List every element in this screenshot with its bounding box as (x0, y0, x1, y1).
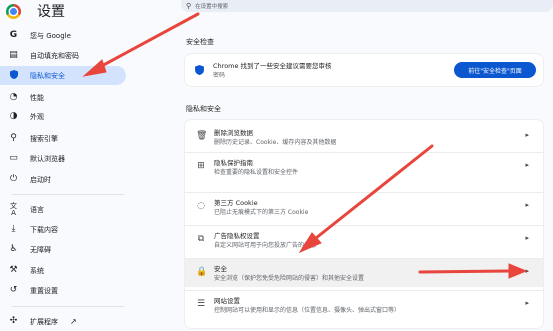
sidebar-item-downloads[interactable]: ⤓ 下载内容 (0, 220, 126, 239)
ad-privacy-icon: ⧉ (197, 234, 205, 244)
sidebar-item-label: 重置设置 (30, 286, 58, 295)
row-subtitle: 控制网站可以使用和显示的信息（位置信息、摄像头、弹出式窗口等） (214, 307, 401, 314)
page-title: 设置 (37, 4, 65, 20)
puzzle-icon: ✣ (9, 316, 18, 326)
browser-window-icon: ▭ (9, 153, 18, 163)
site-settings-icon: ☰ (196, 299, 206, 309)
row-divider (185, 225, 543, 226)
row-clear-browsing-data[interactable]: 🗑 删除浏览数据 删除历史记录、Cookie、缓存内容及其他数据 ▸ (185, 122, 543, 151)
sidebar-item-label: 下载内容 (30, 225, 58, 234)
sidebar-item-languages[interactable]: 文A 语言 (0, 200, 126, 219)
google-icon: G (9, 30, 18, 40)
speedometer-icon: ◔ (9, 92, 18, 102)
chevron-right-icon: ▸ (525, 161, 529, 169)
clipboard-icon: ▤ (9, 50, 18, 60)
accessibility-icon: ♿ (9, 244, 18, 254)
sidebar-item-label: 自动填充和密码 (30, 51, 79, 60)
sidebar-item-label: 启动时 (30, 175, 51, 184)
sidebar-item-label: 性能 (30, 93, 44, 102)
safety-check-heading: 安全检查 (186, 38, 214, 46)
privacy-security-card: 🗑 删除浏览数据 删除历史记录、Cookie、缓存内容及其他数据 ▸ ⊞ 隐私保… (185, 120, 543, 328)
safety-check-card: Chrome 找到了一些安全建议需要您审核 密码 前往"安全检查"页面 (185, 54, 543, 86)
row-title: 第三方 Cookie (214, 199, 258, 207)
row-divider (185, 192, 543, 193)
row-subtitle: 检查重要的隐私设置和安全控件 (214, 169, 299, 176)
row-security[interactable]: 🔒 安全 安全浏览（保护您免受危险网站的侵害）和其他安全设置 ▸ (185, 258, 543, 287)
search-icon: ⚲ (10, 133, 17, 143)
trash-icon: 🗑 (196, 131, 208, 141)
palette-icon: ◑ (9, 111, 18, 121)
sidebar-item-label: 您与 Google (30, 31, 71, 40)
row-divider (185, 290, 543, 291)
reset-icon: ↺ (9, 285, 18, 295)
row-subtitle: 安全浏览（保护您免受危险网站的侵害）和其他安全设置 (214, 275, 365, 282)
search-input[interactable]: ⚲ 在设置中搜索 (181, 0, 553, 12)
chevron-right-icon: ▸ (525, 299, 529, 307)
download-icon: ⤓ (11, 224, 16, 234)
sidebar-item-autofill[interactable]: ▤ 自动填充和密码 (0, 46, 126, 65)
sidebar-item-label: 默认浏览器 (30, 154, 65, 163)
lock-icon: 🔒 (196, 267, 208, 277)
sidebar-item-default-browser[interactable]: ▭ 默认浏览器 (0, 149, 126, 168)
sidebar-item-label: 系统 (30, 266, 44, 275)
row-subtitle: 删除历史记录、Cookie、缓存内容及其他数据 (214, 139, 337, 146)
safety-check-text-block: Chrome 找到了一些安全建议需要您审核 密码 (213, 61, 332, 81)
sidebar-divider (12, 306, 124, 307)
chrome-logo-icon (6, 3, 21, 19)
row-title: 安全 (214, 265, 227, 273)
power-icon: ⏻ (9, 174, 18, 184)
guide-icon: ⊞ (197, 161, 205, 171)
sidebar-item-appearance[interactable]: ◑ 外观 (0, 107, 126, 126)
sidebar-item-label: 扩展程序 (30, 317, 58, 326)
row-title: 广告隐私权设置 (214, 232, 260, 240)
sidebar-item-label: 无障碍 (30, 245, 51, 254)
sidebar-item-privacy-security[interactable]: 隐私和安全 (0, 66, 126, 85)
sidebar-item-extensions[interactable]: ✣ 扩展程序 ↗ (0, 312, 126, 331)
shield-icon (8, 69, 19, 82)
wrench-icon: ⚒ (9, 265, 18, 275)
row-title: 隐私保护指南 (214, 159, 253, 167)
row-third-party-cookies[interactable]: ◌ 第三方 Cookie 已阻止无痕模式下的第三方 Cookie ▸ (185, 192, 543, 221)
chevron-right-icon: ▸ (525, 234, 529, 242)
sidebar-item-label: 搜索引擎 (30, 134, 58, 143)
sidebar-item-performance[interactable]: ◔ 性能 (0, 88, 126, 107)
safety-check-text: Chrome 找到了一些安全建议需要您审核 (213, 62, 332, 70)
search-placeholder: 在设置中搜索 (195, 4, 229, 10)
row-subtitle: 已阻止无痕模式下的第三方 Cookie (214, 209, 309, 216)
sidebar-item-reset[interactable]: ↺ 重置设置 (0, 281, 126, 300)
row-ad-privacy[interactable]: ⧉ 广告隐私权设置 自定义网站可用于向您投放广告的信息 ▸ (185, 225, 543, 254)
sidebar-divider (12, 194, 124, 195)
sidebar-item-label: 语言 (30, 205, 44, 214)
sidebar-item-label: 隐私和安全 (30, 71, 65, 80)
sidebar: 设置 G 您与 Google ▤ 自动填充和密码 隐私和安全 ◔ 性能 ◑ 外观… (0, 0, 140, 331)
row-subtitle: 自定义网站可用于向您投放广告的信息 (214, 242, 317, 249)
row-divider (185, 152, 543, 153)
go-to-safety-check-button[interactable]: 前往"安全检查"页面 (454, 62, 536, 78)
sidebar-item-system[interactable]: ⚒ 系统 (0, 261, 126, 280)
external-link-icon: ↗ (70, 317, 77, 326)
sidebar-item-on-startup[interactable]: ⏻ 启动时 (0, 170, 126, 189)
sidebar-item-search-engine[interactable]: ⚲ 搜索引擎 (0, 129, 126, 148)
row-title: 网站设置 (214, 297, 240, 305)
chevron-right-icon: ▸ (525, 267, 529, 275)
translate-icon: 文A (10, 201, 17, 217)
sidebar-item-you-and-google[interactable]: G 您与 Google (0, 26, 126, 45)
sidebar-item-label: 外观 (30, 112, 44, 121)
row-divider (185, 258, 543, 259)
row-site-settings[interactable]: ☰ 网站设置 控制网站可以使用和显示的信息（位置信息、摄像头、弹出式窗口等） ▸ (185, 290, 543, 319)
row-privacy-guide[interactable]: ⊞ 隐私保护指南 检查重要的隐私设置和安全控件 ▸ (185, 152, 543, 181)
safety-check-sub: 密码 (213, 72, 226, 79)
shield-icon (195, 65, 204, 78)
chevron-right-icon: ▸ (525, 201, 529, 209)
cookie-icon: ◌ (197, 201, 205, 211)
row-title: 删除浏览数据 (214, 129, 253, 137)
privacy-security-heading: 隐私和安全 (186, 105, 221, 113)
chevron-right-icon: ▸ (525, 131, 529, 139)
search-icon: ⚲ (186, 2, 192, 10)
app-header: 设置 (6, 0, 65, 22)
sidebar-item-accessibility[interactable]: ♿ 无障碍 (0, 240, 126, 259)
